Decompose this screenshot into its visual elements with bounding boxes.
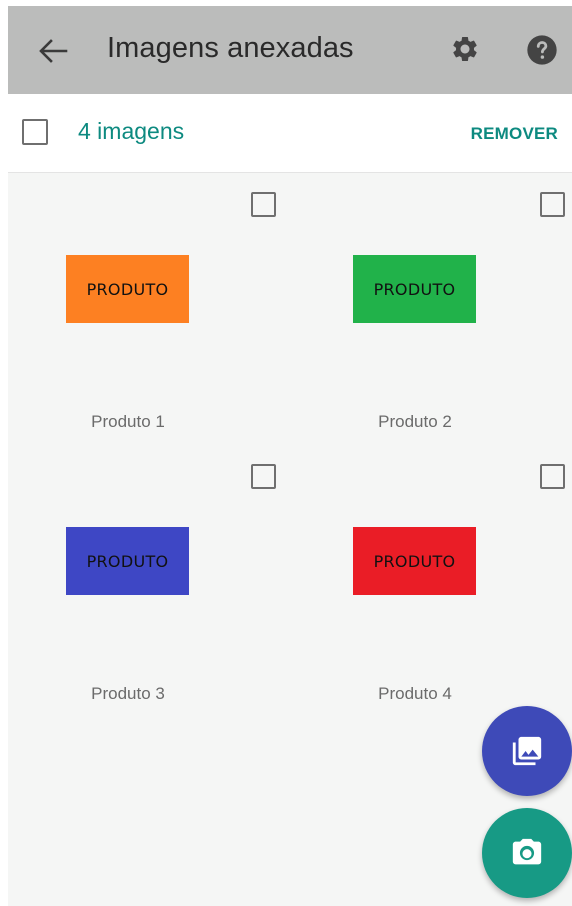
image-thumbnail[interactable]: PRODUTO — [353, 255, 476, 323]
gear-icon[interactable] — [450, 34, 480, 64]
image-thumbnail[interactable]: PRODUTO — [66, 527, 189, 595]
page-title: Imagens anexadas — [107, 32, 354, 64]
image-caption: Produto 4 — [378, 684, 452, 703]
image-thumbnail[interactable]: PRODUTO — [66, 255, 189, 323]
gallery-fab[interactable] — [482, 706, 572, 796]
image-caption: Produto 1 — [91, 412, 165, 431]
image-caption: Produto 3 — [91, 684, 165, 703]
screen: Imagens anexadas 4 imagens REMOVER PRODU… — [8, 6, 572, 906]
image-thumbnail[interactable]: PRODUTO — [353, 527, 476, 595]
camera-fab[interactable] — [482, 808, 572, 898]
arrow-back-icon[interactable] — [38, 38, 68, 64]
select-all-checkbox[interactable] — [22, 119, 48, 145]
remove-button[interactable]: REMOVER — [471, 124, 558, 144]
image-caption: Produto 2 — [378, 412, 452, 431]
image-count: 4 imagens — [78, 118, 185, 144]
image-checkbox[interactable] — [540, 464, 565, 489]
camera-icon — [512, 838, 542, 865]
image-checkbox[interactable] — [251, 464, 276, 489]
image-checkbox[interactable] — [251, 192, 276, 217]
photo-library-icon — [512, 736, 542, 766]
image-checkbox[interactable] — [540, 192, 565, 217]
help-icon[interactable] — [526, 34, 558, 66]
selection-bar: 4 imagens REMOVER — [8, 94, 572, 173]
app-bar: Imagens anexadas — [8, 6, 572, 94]
